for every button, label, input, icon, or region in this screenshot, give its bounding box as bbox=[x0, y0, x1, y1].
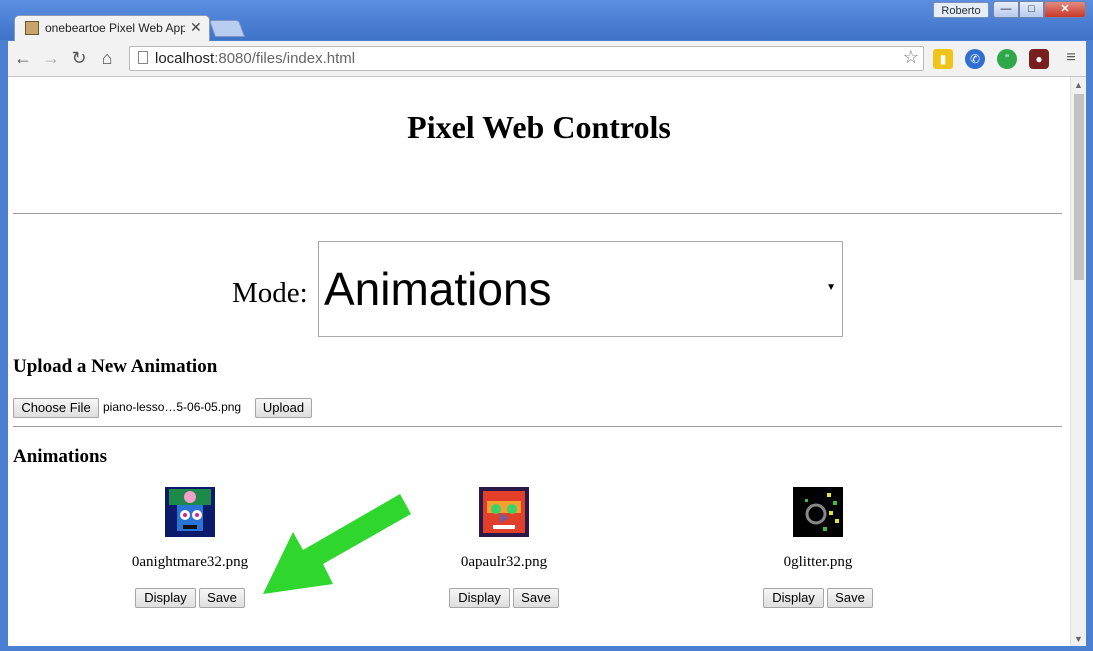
new-tab-button[interactable] bbox=[208, 20, 246, 37]
save-button[interactable]: Save bbox=[199, 588, 245, 608]
vertical-scrollbar[interactable]: ▲ ▼ bbox=[1070, 77, 1086, 646]
extension-call-icon[interactable]: ✆ bbox=[965, 49, 985, 69]
animation-name: 0glitter.png bbox=[783, 554, 853, 570]
display-button[interactable]: Display bbox=[449, 588, 510, 608]
reload-icon[interactable]: ↻ bbox=[68, 47, 90, 69]
divider bbox=[13, 426, 1062, 427]
page-title: Pixel Web Controls bbox=[407, 109, 671, 145]
dropdown-arrow-icon: ▼ bbox=[826, 282, 836, 293]
minimize-button[interactable]: — bbox=[993, 1, 1019, 18]
url-host: localhost bbox=[155, 50, 215, 67]
tab-close-icon[interactable]: ✕ bbox=[190, 19, 202, 36]
home-icon[interactable]: ⌂ bbox=[96, 47, 118, 69]
selected-file-name: piano-lesso…5-06-05.png bbox=[103, 400, 242, 414]
display-button[interactable]: Display bbox=[763, 588, 824, 608]
extension-chat-icon[interactable]: ” bbox=[997, 49, 1017, 69]
menu-icon[interactable]: ≡ bbox=[1060, 47, 1082, 69]
scroll-down-icon[interactable]: ▼ bbox=[1074, 634, 1083, 644]
address-bar[interactable]: localhost:8080/files/index.html ☆ bbox=[129, 46, 924, 71]
url-path: :8080/files/index.html bbox=[214, 50, 356, 67]
divider bbox=[13, 213, 1062, 214]
save-button[interactable]: Save bbox=[827, 588, 873, 608]
scrollbar-thumb[interactable] bbox=[1074, 94, 1084, 280]
animation-thumbnail[interactable] bbox=[793, 487, 843, 537]
tab-title: onebeartoe Pixel Web App bbox=[45, 21, 185, 35]
page-viewport: Pixel Web Controls Mode: Animations ▼ Up… bbox=[8, 77, 1070, 646]
animation-thumbnail[interactable] bbox=[479, 487, 529, 537]
page-icon bbox=[138, 51, 148, 64]
url-text[interactable]: localhost:8080/files/index.html bbox=[155, 50, 355, 67]
window-titlebar: onebeartoe Pixel Web App ✕ Roberto — □ ✕ bbox=[0, 0, 1093, 41]
mode-select[interactable]: Animations ▼ bbox=[318, 241, 843, 337]
choose-file-button[interactable]: Choose File bbox=[13, 398, 99, 418]
extension-phone-icon[interactable]: ▮ bbox=[933, 49, 953, 69]
animation-name: 0apaulr32.png bbox=[460, 554, 548, 570]
save-button[interactable]: Save bbox=[513, 588, 559, 608]
star-icon[interactable]: ☆ bbox=[903, 47, 919, 68]
annotation-arrow-icon bbox=[263, 494, 411, 594]
profile-user-badge[interactable]: Roberto bbox=[933, 2, 989, 18]
extension-mask-icon[interactable]: ● bbox=[1029, 49, 1049, 69]
scroll-up-icon[interactable]: ▲ bbox=[1074, 80, 1083, 90]
display-button[interactable]: Display bbox=[135, 588, 196, 608]
browser-toolbar: ← → ↻ ⌂ localhost:8080/files/index.html … bbox=[8, 41, 1086, 77]
upload-heading: Upload a New Animation bbox=[13, 356, 218, 377]
animations-heading: Animations bbox=[13, 446, 107, 467]
browser-tab[interactable]: onebeartoe Pixel Web App ✕ bbox=[14, 15, 210, 41]
forward-icon[interactable]: → bbox=[40, 47, 62, 69]
close-window-button[interactable]: ✕ bbox=[1044, 1, 1086, 18]
upload-button[interactable]: Upload bbox=[255, 398, 312, 418]
maximize-button[interactable]: □ bbox=[1019, 1, 1044, 18]
mode-label: Mode: bbox=[232, 277, 308, 309]
mode-selected-value: Animations bbox=[324, 263, 552, 315]
back-icon[interactable]: ← bbox=[12, 47, 34, 69]
animation-thumbnail[interactable] bbox=[165, 487, 215, 537]
favicon-icon bbox=[25, 21, 39, 35]
